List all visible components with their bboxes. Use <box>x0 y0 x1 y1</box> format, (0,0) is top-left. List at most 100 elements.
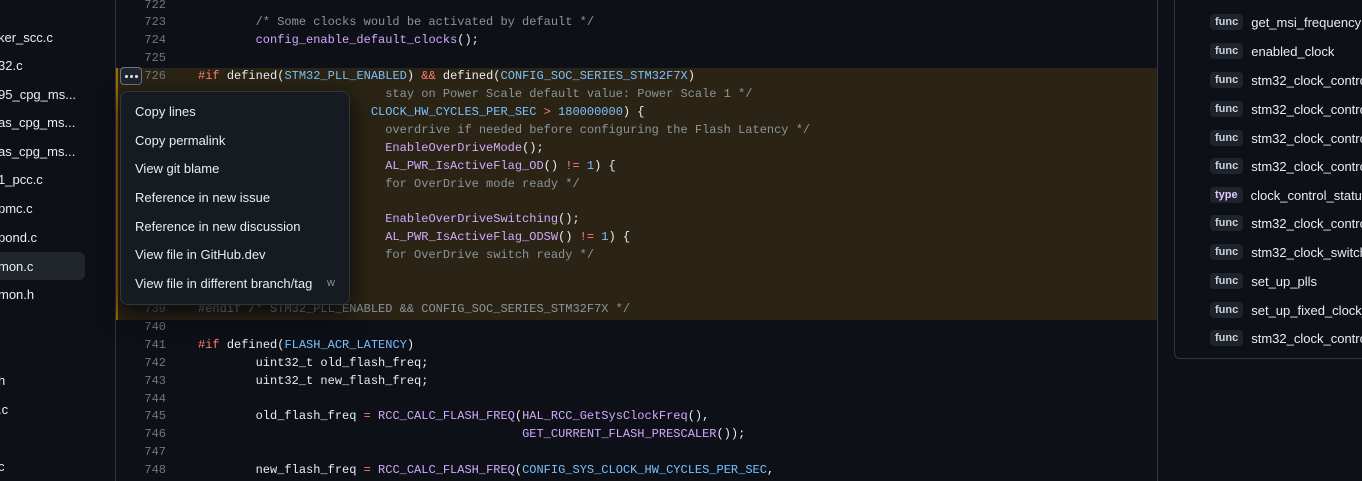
line-number[interactable]: 743 <box>116 372 166 390</box>
line-number[interactable]: 745 <box>116 407 166 425</box>
symbol-kind-badge: func <box>1210 302 1244 318</box>
code-line: 724 config_enable_default_clocks(); <box>116 31 1157 49</box>
line-number[interactable]: 744 <box>116 390 166 408</box>
symbol-kind-badge: func <box>1210 244 1244 260</box>
line-number[interactable]: 741 <box>116 336 166 354</box>
symbol-item[interactable]: func stm32_clock_control_init <box>1210 327 1362 349</box>
line-context-menu: Copy lines Copy permalink View git blame Re… <box>120 91 350 305</box>
line-number[interactable]: 746 <box>116 425 166 443</box>
symbol-name: stm32_clock_control_get_subsys_rate <box>1251 158 1362 174</box>
kebab-dot-icon <box>134 74 138 78</box>
menu-item-view-file-in-different-branch-tag[interactable]: View file in different branch/tag w <box>121 269 349 297</box>
line-number[interactable]: 724 <box>116 31 166 49</box>
code-line: 740 <box>116 318 1157 336</box>
code-text: new_flash_freq = RCC_CALC_FLASH_FREQ(CON… <box>255 463 775 477</box>
symbol-item[interactable]: type clock_control_status <box>1210 184 1362 206</box>
symbol-kind-badge: func <box>1210 215 1244 231</box>
symbol-name: get_msi_frequency <box>1251 14 1362 30</box>
menu-item-reference-in-new-discussion[interactable]: Reference in new discussion <box>121 212 349 240</box>
symbol-item[interactable]: func get_msi_frequency <box>1210 11 1361 33</box>
symbol-name: set_up_plls <box>1251 273 1318 289</box>
menu-item-label: Copy permalink <box>135 132 226 148</box>
line-number[interactable]: 725 <box>116 49 166 67</box>
line-number[interactable]: 747 <box>116 443 166 461</box>
symbol-item[interactable]: func stm32_clock_switch_to_hsi <box>1210 241 1362 263</box>
menu-item-copy-lines[interactable]: Copy lines <box>121 97 349 125</box>
menu-item-copy-permalink[interactable]: Copy permalink <box>121 126 349 154</box>
menu-item-label: Copy lines <box>135 103 196 119</box>
file-tree-item[interactable]: ker_scc.c <box>0 23 85 51</box>
code-line: 726 #if defined(STM32_PLL_ENABLED) && def… <box>116 67 1157 85</box>
symbol-item[interactable]: func enabled_clock <box>1210 40 1334 62</box>
code-text: uint32_t old_flash_freq; <box>255 356 429 370</box>
file-tree-item[interactable]: as_cpg_ms... <box>0 108 85 136</box>
code-line: 741 #if defined(FLASH_ACR_LATENCY) <box>116 336 1157 354</box>
line-actions-button[interactable] <box>120 67 142 85</box>
file-tree-item[interactable]: h <box>0 366 85 394</box>
code-text: GET_CURRENT_FLASH_PRESCALER()); <box>522 427 746 441</box>
file-tree-item[interactable]: pond.c <box>0 223 85 251</box>
symbol-item[interactable]: func stm32_clock_control_off <box>1210 98 1362 120</box>
symbol-name: stm32_clock_control_configure <box>1251 130 1362 146</box>
symbol-name: set_up_fixed_clock_sources <box>1251 302 1362 318</box>
file-tree-item[interactable]: c <box>0 452 85 480</box>
file-tree-item[interactable]: as_cpg_ms... <box>0 137 85 165</box>
menu-item-view-git-blame[interactable]: View git blame <box>121 154 349 182</box>
symbol-item[interactable]: func stm32_clock_control_get_subsys_rate <box>1210 155 1362 177</box>
menu-item-view-file-in-github-dev[interactable]: View file in GitHub.dev <box>121 240 349 268</box>
code-line: 722 <box>116 0 1157 14</box>
symbol-item[interactable]: func stm32_clock_control_configure <box>1210 127 1362 149</box>
code-line: 744 <box>116 390 1157 408</box>
menu-item-reference-in-new-issue[interactable]: Reference in new issue <box>121 183 349 211</box>
menu-item-label: Reference in new discussion <box>135 218 301 234</box>
code-line: 745 old_flash_freq = RCC_CALC_FLASH_FREQ… <box>116 407 1157 425</box>
symbol-kind-badge: func <box>1210 101 1244 117</box>
symbols-panel: func get_msi_frequency func enabled_clock fu… <box>1174 0 1362 359</box>
file-tree-item-label: mon.c <box>0 258 34 274</box>
code-line: 746 GET_CURRENT_FLASH_PRESCALER()); <box>116 425 1157 443</box>
symbol-item[interactable]: func set_up_plls <box>1210 270 1317 292</box>
code-line: 742 uint32_t old_flash_freq; <box>116 354 1157 372</box>
file-tree-item[interactable]: mon.h <box>0 280 85 308</box>
symbol-kind-badge: func <box>1210 330 1244 346</box>
file-tree-item-label: c <box>0 459 5 474</box>
kebab-dot-icon <box>129 74 133 78</box>
line-number[interactable]: 723 <box>116 13 166 31</box>
file-tree-item[interactable]: mon.c <box>0 252 85 280</box>
symbol-name: stm32_clock_control_get_status <box>1251 215 1362 231</box>
symbol-item[interactable]: func stm32_clock_control_on <box>1210 69 1362 91</box>
symbol-kind-badge: type <box>1210 187 1243 203</box>
file-tree-item[interactable]: 32.c <box>0 51 85 79</box>
file-tree-item[interactable]: .c <box>0 395 85 423</box>
line-number[interactable]: 740 <box>116 318 166 336</box>
symbol-name: stm32_clock_control_off <box>1251 101 1362 117</box>
code-line: 723 /* Some clocks would be activated by… <box>116 13 1157 31</box>
symbol-name: stm32_clock_control_init <box>1251 330 1362 346</box>
file-tree-item[interactable]: 95_cpg_ms... <box>0 80 85 108</box>
line-number[interactable]: 742 <box>116 354 166 372</box>
menu-item-shortcut: w <box>327 277 335 289</box>
code-text: #if defined(STM32_PLL_ENABLED) && define… <box>198 69 695 83</box>
file-tree-item[interactable]: pmc.c <box>0 194 85 222</box>
file-tree-item-label: .c <box>0 401 9 417</box>
symbol-item[interactable]: func set_up_fixed_clock_sources <box>1210 299 1362 321</box>
file-tree-item-label: pond.c <box>0 229 38 245</box>
line-number[interactable]: 722 <box>116 0 166 14</box>
symbol-kind-badge: func <box>1210 14 1244 30</box>
code-line: 725 <box>116 49 1157 67</box>
symbol-kind-badge: func <box>1210 158 1244 174</box>
symbol-kind-badge: func <box>1210 273 1244 289</box>
line-number[interactable]: 748 <box>116 461 166 479</box>
file-tree-item[interactable]: 1_pcc.c <box>0 165 85 193</box>
menu-item-label: Reference in new issue <box>135 189 271 205</box>
menu-item-label: View file in different branch/tag <box>135 275 313 291</box>
symbol-name: stm32_clock_switch_to_hsi <box>1251 244 1362 260</box>
kebab-dot-icon <box>124 74 128 78</box>
file-tree-panel: ker_scc.c 32.c 95_cpg_ms... as_cpg_ms... as_… <box>0 0 116 481</box>
file-tree-item-label: 1_pcc.c <box>0 171 43 187</box>
code-text: old_flash_freq = RCC_CALC_FLASH_FREQ(HAL… <box>255 409 710 423</box>
code-text: config_enable_default_clocks(); <box>255 33 479 47</box>
symbol-item[interactable]: func stm32_clock_control_get_status <box>1210 212 1362 234</box>
file-tree-item-label: h <box>0 373 5 388</box>
file-tree-item-label: mon.h <box>0 286 35 302</box>
